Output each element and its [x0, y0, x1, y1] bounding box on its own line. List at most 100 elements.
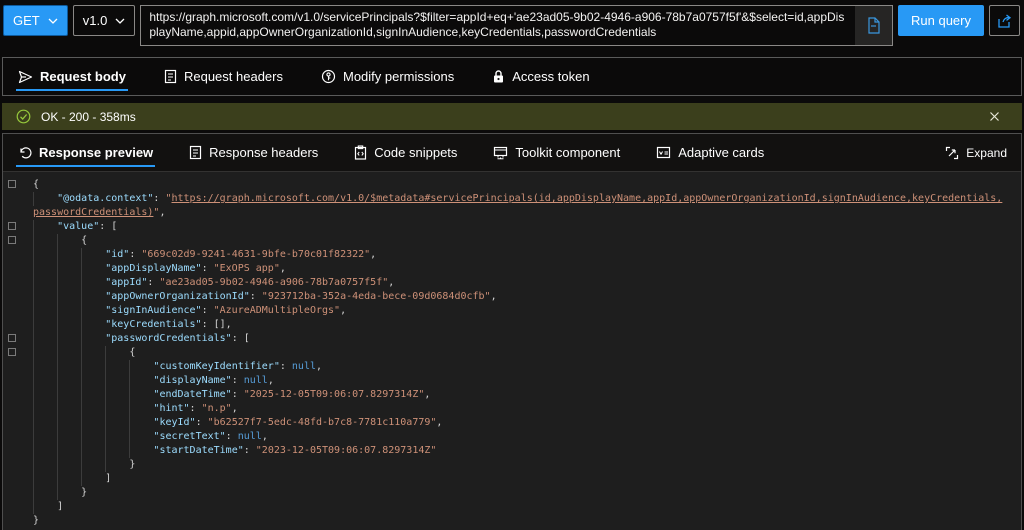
code-token: } — [33, 515, 39, 526]
code-link[interactable]: https://graph.microsoft.com/v1.0/$metada… — [172, 193, 1003, 204]
code-token: null — [292, 361, 316, 372]
indent-guide — [105, 360, 106, 374]
code-token: "startDateTime" — [153, 445, 243, 456]
code-token: "endDateTime" — [153, 389, 231, 400]
tab-label: Response preview — [39, 145, 153, 160]
code-token: } — [33, 487, 87, 498]
indent-guide — [81, 332, 82, 346]
fold-toggle-icon[interactable] — [8, 236, 16, 244]
code-token: "keyId" — [153, 417, 195, 428]
share-query-button[interactable] — [989, 5, 1020, 36]
response-editor[interactable]: { "@odata.context": "https://graph.micro… — [3, 172, 1021, 530]
code-line: "hint": "n.p", — [3, 402, 1021, 416]
code-token: : — [232, 389, 244, 400]
code-token: : — [226, 431, 238, 442]
indent-guide — [33, 500, 34, 514]
code-token: , — [280, 263, 286, 274]
chevron-down-icon — [115, 18, 125, 24]
indent-guide — [33, 248, 34, 262]
close-status-button[interactable] — [981, 109, 1008, 124]
code-token — [33, 305, 105, 316]
indent-guide — [81, 304, 82, 318]
code-token — [33, 277, 105, 288]
indent-guide — [105, 402, 106, 416]
code-token — [33, 389, 153, 400]
indent-guide — [129, 416, 130, 430]
indent-guide — [33, 304, 34, 318]
code-token: "appDisplayName" — [105, 263, 201, 274]
tab-request-body[interactable]: Request body — [16, 58, 128, 95]
indent-guide — [57, 248, 58, 262]
code-token: "ae23ad05-9b02-4946-a906-78b7a0757f5f" — [159, 277, 388, 288]
version-select[interactable]: v1.0 — [73, 5, 136, 36]
indent-guide — [81, 346, 82, 360]
run-query-button[interactable]: Run query — [898, 5, 984, 36]
method-select[interactable]: GET — [3, 5, 68, 36]
indent-guide — [33, 360, 34, 374]
tab-code-snippets[interactable]: Code snippets — [352, 134, 459, 171]
indent-guide — [57, 276, 58, 290]
code-token: , — [232, 403, 238, 414]
indent-guide — [33, 262, 34, 276]
code-token — [33, 193, 57, 204]
tab-response-headers[interactable]: Response headers — [187, 134, 320, 171]
code-token: "appOwnerOrganizationId" — [105, 291, 250, 302]
code-token: , — [316, 361, 322, 372]
code-line: ] — [3, 500, 1021, 514]
clipboard-code-icon — [354, 145, 367, 160]
code-token — [33, 417, 153, 428]
fold-toggle-icon[interactable] — [8, 180, 16, 188]
tab-label: Toolkit component — [515, 145, 620, 160]
code-token: : — [147, 277, 159, 288]
code-token: : [], — [202, 319, 232, 330]
tab-access-token[interactable]: Access token — [490, 58, 591, 95]
indent-guide — [33, 192, 34, 206]
code-line: "signInAudience": "AzureADMultipleOrgs", — [3, 304, 1021, 318]
tab-modify-permissions[interactable]: Modify permissions — [319, 58, 456, 95]
indent-guide — [81, 290, 82, 304]
success-check-icon — [16, 109, 31, 124]
tab-adaptive-cards[interactable]: Adaptive cards — [654, 134, 766, 171]
fold-toggle-icon[interactable] — [8, 348, 16, 356]
tab-response-preview[interactable]: Response preview — [16, 134, 155, 171]
document-icon — [189, 145, 202, 160]
tab-toolkit-component[interactable]: Toolkit component — [491, 134, 622, 171]
fold-toggle-icon[interactable] — [8, 222, 16, 230]
code-token — [33, 263, 105, 274]
indent-guide — [57, 444, 58, 458]
indent-guide — [33, 220, 34, 234]
indent-guide — [57, 304, 58, 318]
tab-label: Adaptive cards — [678, 145, 764, 160]
code-token — [33, 431, 153, 442]
tab-label: Request headers — [184, 69, 283, 84]
request-tab-bar: Request body Request headers Modify perm… — [2, 57, 1022, 96]
code-line: "appId": "ae23ad05-9b02-4946-a906-78b7a0… — [3, 276, 1021, 290]
response-panel: Response preview Response headers Code s… — [2, 133, 1022, 530]
code-link[interactable]: passwordCredentials) — [33, 207, 153, 218]
indent-guide — [57, 402, 58, 416]
indent-guide — [33, 318, 34, 332]
expand-response-button[interactable]: Expand — [931, 134, 1021, 171]
code-token: : — [190, 403, 202, 414]
code-token: : [ — [99, 221, 117, 232]
close-icon — [989, 111, 1000, 122]
tab-label: Access token — [512, 69, 589, 84]
code-token: "customKeyIdentifier" — [153, 361, 279, 372]
fold-toggle-icon[interactable] — [8, 334, 16, 342]
indent-guide — [81, 248, 82, 262]
request-sample-button[interactable] — [855, 6, 892, 45]
code-token: "n.p" — [202, 403, 232, 414]
code-token — [33, 445, 153, 456]
code-token — [33, 361, 153, 372]
url-input[interactable]: https://graph.microsoft.com/v1.0/service… — [141, 6, 855, 45]
indent-guide — [57, 234, 58, 248]
code-token — [33, 291, 105, 302]
code-token: "secretText" — [153, 431, 225, 442]
indent-guide — [81, 416, 82, 430]
indent-guide — [105, 416, 106, 430]
code-token: null — [244, 375, 268, 386]
chevron-down-icon — [48, 18, 58, 24]
code-token: { — [33, 179, 39, 190]
tab-request-headers[interactable]: Request headers — [162, 58, 285, 95]
code-token: , — [436, 417, 442, 428]
